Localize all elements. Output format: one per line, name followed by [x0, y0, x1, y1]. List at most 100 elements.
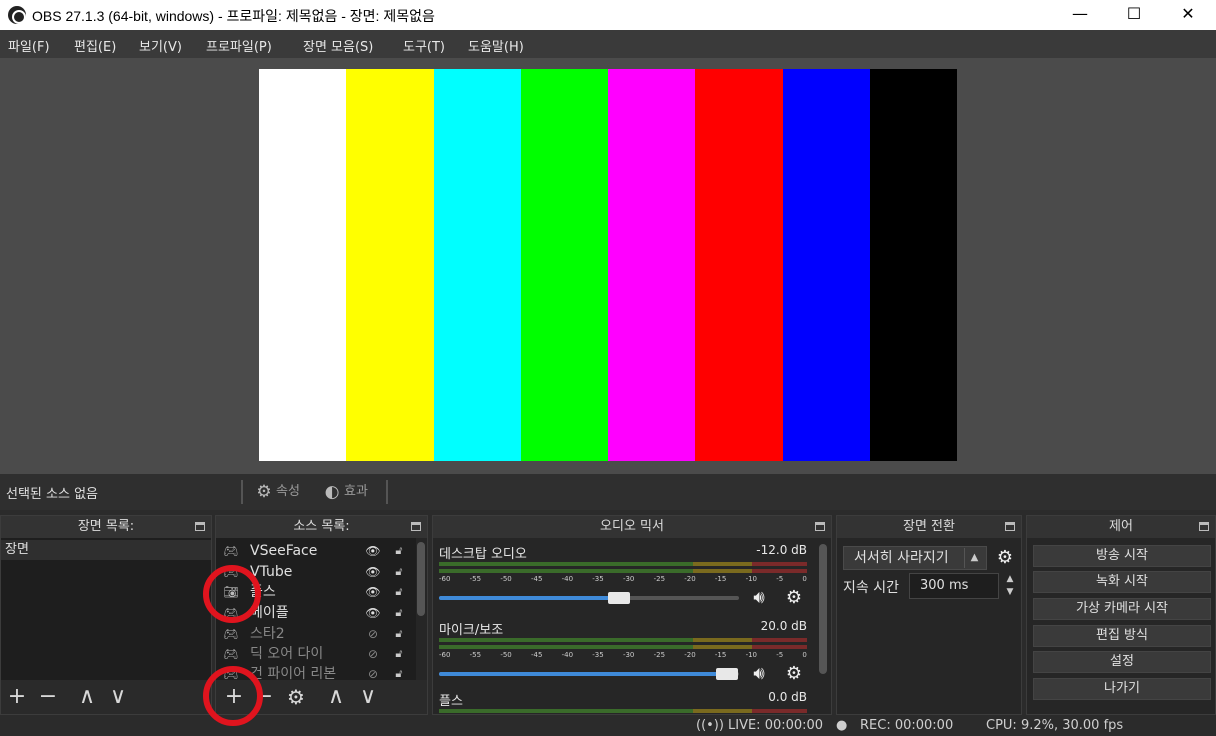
audio-mixer-dock: 오디오 믹서 데스크탑 오디오 -12.0 dB -60 -55 -50 -45 -40… — [432, 515, 832, 715]
meter-tick-label: -45 — [530, 575, 543, 583]
lock-icon[interactable]: 🔓︎ — [392, 627, 406, 641]
mixer-channel-desktop: 데스크탑 오디오 -12.0 dB -60 -55 -50 -45 -40 -35 -30-… — [433, 538, 819, 612]
minimize-button[interactable]: — — [1052, 0, 1108, 30]
float-dock-icon[interactable] — [1005, 522, 1015, 531]
meter-tick-label: -10 — [745, 575, 757, 583]
duration-spinner[interactable]: ▲ ▼ — [1001, 573, 1019, 599]
scenes-title: 장면 목록: — [77, 519, 135, 534]
menu-edit[interactable]: 편집(E) — [74, 36, 116, 55]
properties-button[interactable]: ⚙ 속성 — [252, 479, 300, 505]
color-bar — [869, 69, 957, 461]
meter-tick-label: -20 — [684, 575, 696, 583]
meter-tick-label: -15 — [714, 575, 727, 583]
settings-button[interactable]: 설정 — [1033, 651, 1211, 673]
volume-slider-knob[interactable] — [716, 668, 738, 680]
gear-icon[interactable]: ⚙ — [783, 587, 805, 609]
meter-tick-label: -10 — [745, 651, 757, 659]
visibility-eye-icon[interactable]: 👁︎ — [364, 585, 382, 599]
transition-select[interactable]: 서서히 사라지기 ▲▼ — [843, 546, 987, 583]
move-source-up-button[interactable]: ∧ — [322, 683, 350, 711]
meter-tick-label: -60 — [439, 575, 451, 583]
menu-help[interactable]: 도움말(H) — [468, 36, 524, 55]
visibility-eye-icon[interactable]: 👁︎ — [364, 544, 382, 558]
menu-profile[interactable]: 프로파일(P) — [206, 36, 272, 55]
volume-slider-knob[interactable] — [608, 592, 630, 604]
volume-slider[interactable] — [439, 592, 739, 604]
hidden-eye-icon[interactable]: ⊘ — [364, 667, 382, 681]
lock-icon[interactable]: 🔓︎ — [392, 606, 406, 620]
color-bar — [608, 69, 696, 461]
studio-mode-button[interactable]: 편집 방식 — [1033, 625, 1211, 647]
lock-icon[interactable]: 🔓︎ — [392, 647, 406, 661]
menu-scene-collection[interactable]: 장면 모음(S) — [303, 36, 373, 55]
start-virtual-camera-button[interactable]: 가상 카메라 시작 — [1033, 598, 1211, 620]
lock-icon[interactable]: 🔓︎ — [392, 565, 406, 579]
transition-gear-icon[interactable]: ⚙ — [993, 546, 1017, 570]
gamepad-icon: 🎮︎ — [223, 647, 239, 661]
mixer-scrollbar[interactable] — [819, 544, 827, 674]
source-item-doa[interactable]: 🎮︎ 딕 오어 다이 ⊘ 🔓︎ — [216, 644, 416, 664]
menu-tools[interactable]: 도구(T) — [403, 36, 445, 55]
lock-icon[interactable]: 🔓︎ — [392, 667, 406, 681]
float-dock-icon[interactable] — [411, 522, 421, 531]
color-bar — [259, 69, 347, 461]
volume-slider[interactable] — [439, 668, 739, 680]
meter-tick-label: -50 — [500, 651, 512, 659]
highlight-circle-add-source — [203, 666, 263, 726]
lock-icon[interactable]: 🔓︎ — [392, 585, 406, 599]
cpu-fps: CPU: 9.2%, 30.00 fps — [986, 718, 1124, 733]
source-properties-gear-icon[interactable]: ⚙ — [282, 683, 310, 711]
scenes-dock: 장면 목록: 장면 + − ∧ ∨ — [0, 515, 212, 715]
channel-name: 데스크탑 오디오 — [439, 547, 527, 562]
menu-file[interactable]: 파일(F) — [8, 36, 50, 55]
meter-tick-label: -35 — [592, 651, 604, 659]
lock-icon[interactable]: 🔓︎ — [392, 544, 406, 558]
duration-input[interactable]: 300 ms — [909, 573, 999, 599]
sources-header: 소스 목록: — [216, 516, 427, 538]
float-dock-icon[interactable] — [195, 522, 205, 531]
speaker-icon[interactable]: 🔊︎ — [745, 663, 773, 685]
volume-meter — [439, 569, 807, 573]
move-scene-down-button[interactable]: ∨ — [104, 683, 132, 711]
gamepad-icon: 🎮︎ — [223, 544, 239, 558]
controls-dock: 제어 방송 시작 녹화 시작 가상 카메라 시작 편집 방식 설정 나가기 — [1026, 515, 1216, 715]
meter-tick-label: -45 — [530, 651, 543, 659]
hidden-eye-icon[interactable]: ⊘ — [364, 627, 382, 641]
meter-tick-label: -50 — [500, 575, 512, 583]
source-list-scrollbar[interactable] — [417, 542, 425, 616]
title-bar: OBS 27.1.3 (64-bit, windows) - 프로파일: 제목없… — [0, 0, 1216, 30]
properties-bar: 선택된 소스 없음 ⚙ 속성 ◐ 효과 — [0, 474, 1216, 510]
gear-icon[interactable]: ⚙ — [783, 663, 805, 685]
source-item-starcraft2[interactable]: 🎮︎ 스타2 ⊘ 🔓︎ — [216, 624, 416, 644]
scenes-toolbar: + − ∧ ∨ — [1, 680, 211, 714]
scene-item[interactable]: 장면 — [1, 540, 211, 560]
speaker-icon[interactable]: 🔊︎ — [745, 587, 773, 609]
filters-button[interactable]: ◐ 효과 — [320, 479, 368, 505]
float-dock-icon[interactable] — [1199, 522, 1209, 531]
close-button[interactable]: ✕ — [1160, 0, 1216, 30]
source-item-vseeface[interactable]: 🎮︎ VSeeFace 👁︎ 🔓︎ — [216, 541, 416, 561]
maximize-button[interactable]: ☐ — [1106, 0, 1162, 30]
hidden-eye-icon[interactable]: ⊘ — [364, 647, 382, 661]
move-scene-up-button[interactable]: ∧ — [73, 683, 101, 711]
menu-view[interactable]: 보기(V) — [139, 36, 182, 55]
float-dock-icon[interactable] — [815, 522, 825, 531]
exit-button[interactable]: 나가기 — [1033, 678, 1211, 700]
remove-scene-button[interactable]: − — [34, 683, 62, 711]
move-source-down-button[interactable]: ∨ — [354, 683, 382, 711]
filters-label: 효과 — [344, 484, 368, 499]
add-scene-button[interactable]: + — [3, 683, 31, 711]
visibility-eye-icon[interactable]: 👁︎ — [364, 565, 382, 579]
start-recording-button[interactable]: 녹화 시작 — [1033, 571, 1211, 593]
mixer-channel-ps: 플스 0.0 dB -60-55-50-45-40-35-30-25-20-15… — [433, 685, 819, 714]
channel-db: 0.0 dB — [768, 690, 807, 704]
meter-tick-label: -20 — [684, 651, 696, 659]
source-name: 스타2 — [250, 626, 285, 642]
duration-label: 지속 시간 — [843, 580, 899, 596]
start-streaming-button[interactable]: 방송 시작 — [1033, 545, 1211, 567]
sources-title: 소스 목록: — [293, 519, 350, 534]
separator — [241, 480, 243, 504]
volume-meter — [439, 562, 807, 566]
visibility-eye-icon[interactable]: 👁︎ — [364, 606, 382, 620]
preview-area[interactable] — [0, 58, 1216, 474]
